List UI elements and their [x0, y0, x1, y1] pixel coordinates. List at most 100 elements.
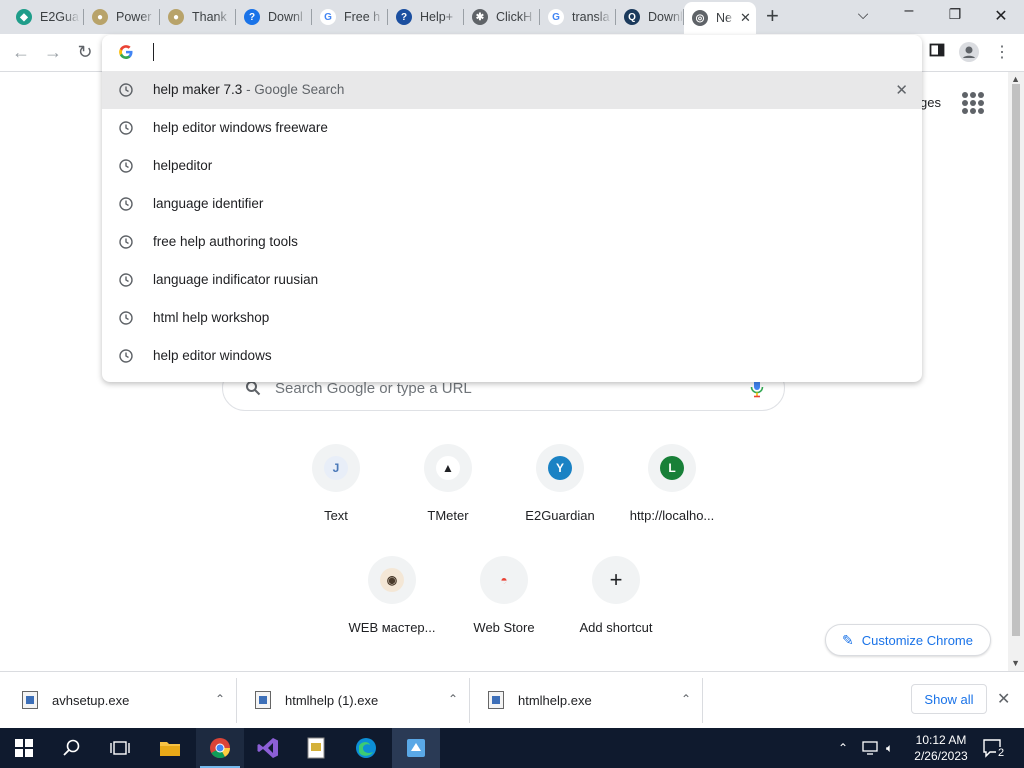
google-apps-icon[interactable] — [962, 92, 984, 114]
tab-favicon-icon: ✱ — [472, 9, 488, 25]
history-clock-icon — [119, 311, 133, 325]
download-item[interactable]: avhsetup.exe ⌃ — [4, 672, 237, 729]
reload-button[interactable]: ↻ — [74, 42, 96, 63]
scroll-down-arrow-icon[interactable]: ▼ — [1011, 658, 1020, 668]
close-downloads-bar-icon[interactable]: ✕ — [997, 689, 1010, 709]
close-window-button[interactable]: ✕ — [986, 6, 1016, 26]
chevron-up-icon[interactable]: ⌃ — [215, 692, 225, 706]
show-all-downloads-button[interactable]: Show all — [911, 684, 987, 714]
help-workshop-icon[interactable] — [292, 728, 340, 768]
tab-favicon-icon: ◆ — [16, 9, 32, 25]
tab-5[interactable]: G Free h — [312, 4, 388, 30]
tab-9[interactable]: Q Downl — [616, 4, 684, 30]
tab-title: Downl — [268, 10, 303, 24]
tab-8[interactable]: Gtransla — [540, 4, 616, 30]
tab-2[interactable]: ● Power — [84, 4, 160, 30]
search-icon[interactable] — [48, 728, 96, 768]
shortcut-label: http://localho... — [629, 508, 715, 523]
suggestion-query: help maker 7.3 — [153, 82, 243, 97]
suggestion-query: language identifier — [153, 196, 264, 211]
shortcut-tile[interactable]: Lhttp://localho... — [616, 444, 728, 523]
shortcut-label: Add shortcut — [579, 620, 653, 635]
tab-10[interactable]: ◎ Ne ✕ — [684, 2, 756, 34]
omnibox-suggestion[interactable]: free help authoring tools — [102, 223, 922, 261]
tab-favicon-icon: G — [548, 9, 564, 25]
suggestion-text: html help workshop — [153, 310, 269, 325]
customize-chrome-button[interactable]: ✎ Customize Chrome — [825, 624, 991, 656]
customize-label: Customize Chrome — [861, 632, 973, 648]
omnibox-suggestion[interactable]: helpeditor — [102, 147, 922, 185]
shortcut-tile[interactable]: ◉ WEB мастер... — [336, 556, 448, 635]
close-tab-icon[interactable]: ✕ — [740, 10, 751, 26]
back-button[interactable]: ← — [10, 42, 32, 63]
new-tab-button[interactable]: + — [766, 5, 779, 27]
active-app-icon[interactable] — [392, 728, 440, 768]
shortcut-tile[interactable]: J Text — [280, 444, 392, 523]
notification-center-icon[interactable]: 2 — [982, 728, 1007, 768]
clock-time: 10:12 AM — [915, 733, 967, 747]
windows-start-icon[interactable] — [0, 728, 48, 768]
task-view-icon[interactable] — [96, 728, 144, 768]
chevron-up-icon[interactable]: ⌃ — [681, 692, 691, 706]
tab-3[interactable]: ● Thank — [160, 4, 236, 30]
history-clock-icon — [119, 159, 133, 173]
minimize-button[interactable]: – — [894, 2, 924, 20]
show-hidden-icons-icon[interactable]: ⌃ — [838, 728, 848, 768]
tab-6[interactable]: ? Help+ — [388, 4, 464, 30]
tab-favicon-icon: ● — [168, 9, 184, 25]
shortcut-favicon-icon: J — [324, 456, 348, 480]
omnibox-suggestion[interactable]: html help workshop — [102, 299, 922, 337]
tab-search-chevron-icon[interactable]: ⌵ — [848, 6, 878, 23]
suggestion-query: help editor windows — [153, 348, 272, 363]
download-item[interactable]: htmlhelp.exe ⌃ — [470, 672, 703, 729]
suggestion-query: help editor windows freeware — [153, 120, 328, 135]
text-caret — [153, 43, 154, 61]
omnibox-suggestion[interactable]: language identifier — [102, 185, 922, 223]
chevron-up-icon[interactable]: ⌃ — [448, 692, 458, 706]
side-panel-icon[interactable] — [926, 42, 948, 63]
scrollbar-thumb[interactable] — [1012, 84, 1020, 636]
download-item[interactable]: htmlhelp (1).exe ⌃ — [237, 672, 470, 729]
tab-title: Help+ — [420, 10, 454, 24]
visual-studio-icon[interactable] — [244, 728, 292, 768]
omnibox-suggestion[interactable]: help maker 7.3 - Google Search ✕ — [102, 71, 922, 109]
tab-favicon-icon: ◎ — [692, 10, 708, 26]
remove-suggestion-icon[interactable]: ✕ — [895, 81, 908, 99]
chrome-taskbar-icon[interactable] — [196, 728, 244, 768]
tab-1[interactable]: ◆ E2Gua — [8, 4, 84, 30]
history-clock-icon — [119, 121, 133, 135]
shortcut-label: TMeter — [427, 508, 469, 523]
tab-7[interactable]: ✱ ClickH — [464, 4, 540, 30]
suggestion-suffix: - Google Search — [242, 82, 345, 97]
omnibox-suggestion[interactable]: language indificator ruusian — [102, 261, 922, 299]
edge-icon[interactable] — [342, 728, 390, 768]
chrome-menu-icon[interactable]: ⋮ — [991, 42, 1013, 62]
suggestion-text: language indificator ruusian — [153, 272, 318, 287]
shortcut-tile[interactable]: ▲ TMeter — [392, 444, 504, 523]
tab-title: ClickH — [496, 10, 533, 24]
forward-button[interactable]: → — [42, 42, 64, 63]
shortcut-tile[interactable]: ◓ Web Store — [448, 556, 560, 635]
omnibox-suggestion[interactable]: help editor windows freeware — [102, 109, 922, 147]
file-explorer-icon[interactable] — [146, 728, 194, 768]
scroll-up-arrow-icon[interactable]: ▲ — [1011, 74, 1020, 84]
restore-button[interactable]: ❐ — [940, 6, 970, 23]
network-icon[interactable] — [862, 728, 878, 768]
shortcut-tile[interactable]: + Add shortcut — [560, 556, 672, 635]
shortcut-tile[interactable]: Y E2Guardian — [504, 444, 616, 523]
profile-avatar-icon[interactable] — [958, 42, 980, 67]
suggestion-text: language identifier — [153, 196, 263, 211]
volume-icon[interactable]: 🔈︎ — [886, 728, 893, 768]
scrollbar[interactable]: ▲ ▼ — [1008, 72, 1024, 671]
omnibox-suggestion[interactable]: help editor windows — [102, 337, 922, 375]
omnibox-input[interactable] — [102, 35, 922, 71]
shortcut-favicon-icon: Y — [548, 456, 572, 480]
shortcut-favicon-icon: ▲ — [436, 456, 460, 480]
shortcut-icon: L — [648, 444, 696, 492]
notification-count: 2 — [996, 747, 1007, 759]
tab-4[interactable]: ? Downl — [236, 4, 312, 30]
history-clock-icon — [119, 235, 133, 249]
download-filename: avhsetup.exe — [52, 693, 130, 708]
images-link[interactable]: ges — [920, 95, 941, 110]
system-clock[interactable]: 10:12 AM 2/26/2023 — [912, 732, 970, 764]
